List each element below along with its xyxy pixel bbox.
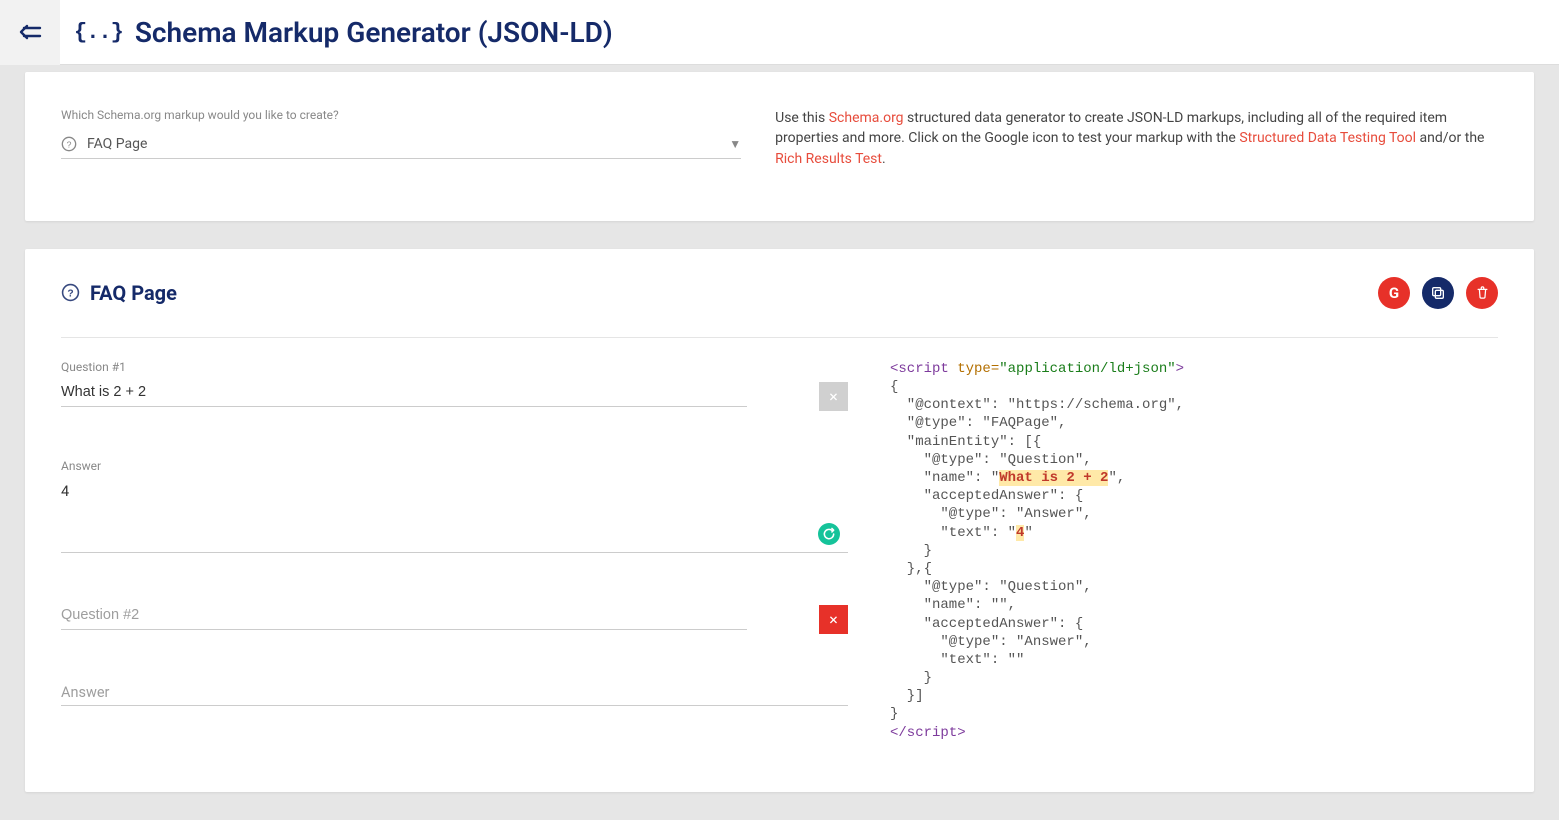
answer-1-input[interactable] xyxy=(61,481,848,553)
code-token: "mainEntity": [{ xyxy=(890,434,1041,450)
action-buttons: G xyxy=(1378,277,1498,309)
section-title-text: FAQ Page xyxy=(90,281,177,305)
code-token: "@context": "https://schema.org", xyxy=(890,397,1184,413)
question-label: Question #1 xyxy=(61,360,848,374)
answer-2-input[interactable] xyxy=(61,682,848,706)
copy-button[interactable] xyxy=(1422,277,1454,309)
help-icon: ? xyxy=(61,136,77,152)
schema-select[interactable]: ? FAQ Page ▼ xyxy=(61,136,741,159)
code-token: "acceptedAnswer": { xyxy=(890,488,1083,504)
page-title-wrap: {..} Schema Markup Generator (JSON-LD) xyxy=(60,16,613,49)
select-value: FAQ Page xyxy=(87,136,729,152)
code-token: "@type": "Question", xyxy=(890,579,1092,595)
code-token: </scr xyxy=(890,725,932,741)
schema-org-link[interactable]: Schema.org xyxy=(829,110,904,126)
remove-question-2-button[interactable]: × xyxy=(819,605,848,634)
code-token: "@type": "Answer", xyxy=(890,634,1092,650)
code-token: "text": "" xyxy=(890,652,1024,668)
code-token: } xyxy=(890,670,932,686)
intro-text-part: Use this xyxy=(775,110,829,126)
code-token: "acceptedAnswer": { xyxy=(890,616,1083,632)
help-icon: ? xyxy=(61,283,80,302)
selector-card: Which Schema.org markup would you like t… xyxy=(25,72,1534,221)
select-label: Which Schema.org markup would you like t… xyxy=(61,108,741,122)
collapse-icon xyxy=(18,20,42,44)
caret-down-icon: ▼ xyxy=(729,137,741,151)
code-token: } xyxy=(890,706,898,722)
braces-icon: {..} xyxy=(74,20,123,45)
code-token: "@type": "Answer", xyxy=(890,506,1092,522)
question-1-input[interactable] xyxy=(61,382,747,407)
answer-1-group: Answer xyxy=(61,459,848,557)
svg-text:?: ? xyxy=(67,139,72,149)
code-token: "application/ld+json" xyxy=(999,361,1175,377)
code-token: { xyxy=(890,379,898,395)
page-title: Schema Markup Generator (JSON-LD) xyxy=(135,16,613,49)
question-2-group: × xyxy=(61,605,848,634)
code-token: "@type": "Question", xyxy=(890,452,1092,468)
collapse-menu-button[interactable] xyxy=(0,0,60,65)
code-preview: <script type="application/ld+json"> { "@… xyxy=(884,360,1498,742)
grammarly-icon[interactable] xyxy=(818,523,840,545)
delete-button[interactable] xyxy=(1466,277,1498,309)
app-header: {..} Schema Markup Generator (JSON-LD) xyxy=(0,0,1559,65)
code-token: ipt> xyxy=(932,725,966,741)
trash-icon xyxy=(1475,285,1490,300)
code-token: "@type": "FAQPage", xyxy=(890,415,1066,431)
code-token: ", xyxy=(1108,470,1125,486)
intro-text: Use this Schema.org structured data gene… xyxy=(765,108,1498,169)
code-highlight: What is 2 + 2 xyxy=(999,470,1108,486)
code-token: "text": " xyxy=(890,525,1016,541)
code-token: <script xyxy=(890,361,949,377)
rich-results-link[interactable]: Rich Results Test xyxy=(775,151,882,167)
code-token: "name": " xyxy=(890,470,999,486)
remove-question-1-button: × xyxy=(819,382,848,411)
code-token: " xyxy=(1024,525,1032,541)
copy-icon xyxy=(1430,285,1446,301)
code-token: } xyxy=(890,543,932,559)
close-icon: × xyxy=(829,610,838,629)
sdtt-link[interactable]: Structured Data Testing Tool xyxy=(1239,130,1416,146)
intro-text-part: . xyxy=(882,151,886,167)
intro-text-part: and/or the xyxy=(1416,130,1484,146)
form-column: Question #1 × Answer xyxy=(61,360,884,742)
question-2-input[interactable] xyxy=(61,605,747,630)
editor-card: ? FAQ Page G Question #1 xyxy=(25,249,1534,792)
svg-text:?: ? xyxy=(67,289,73,300)
code-token: type= xyxy=(949,361,999,377)
code-token: > xyxy=(1176,361,1184,377)
google-icon: G xyxy=(1389,284,1399,302)
code-token: }] xyxy=(890,688,924,704)
code-token: },{ xyxy=(890,561,932,577)
section-title: ? FAQ Page xyxy=(61,281,177,305)
answer-2-group xyxy=(61,682,848,710)
google-test-button[interactable]: G xyxy=(1378,277,1410,309)
question-1-group: Question #1 × xyxy=(61,360,848,411)
close-icon: × xyxy=(829,387,838,406)
answer-label: Answer xyxy=(61,459,848,473)
code-token: "name": "", xyxy=(890,597,1016,613)
